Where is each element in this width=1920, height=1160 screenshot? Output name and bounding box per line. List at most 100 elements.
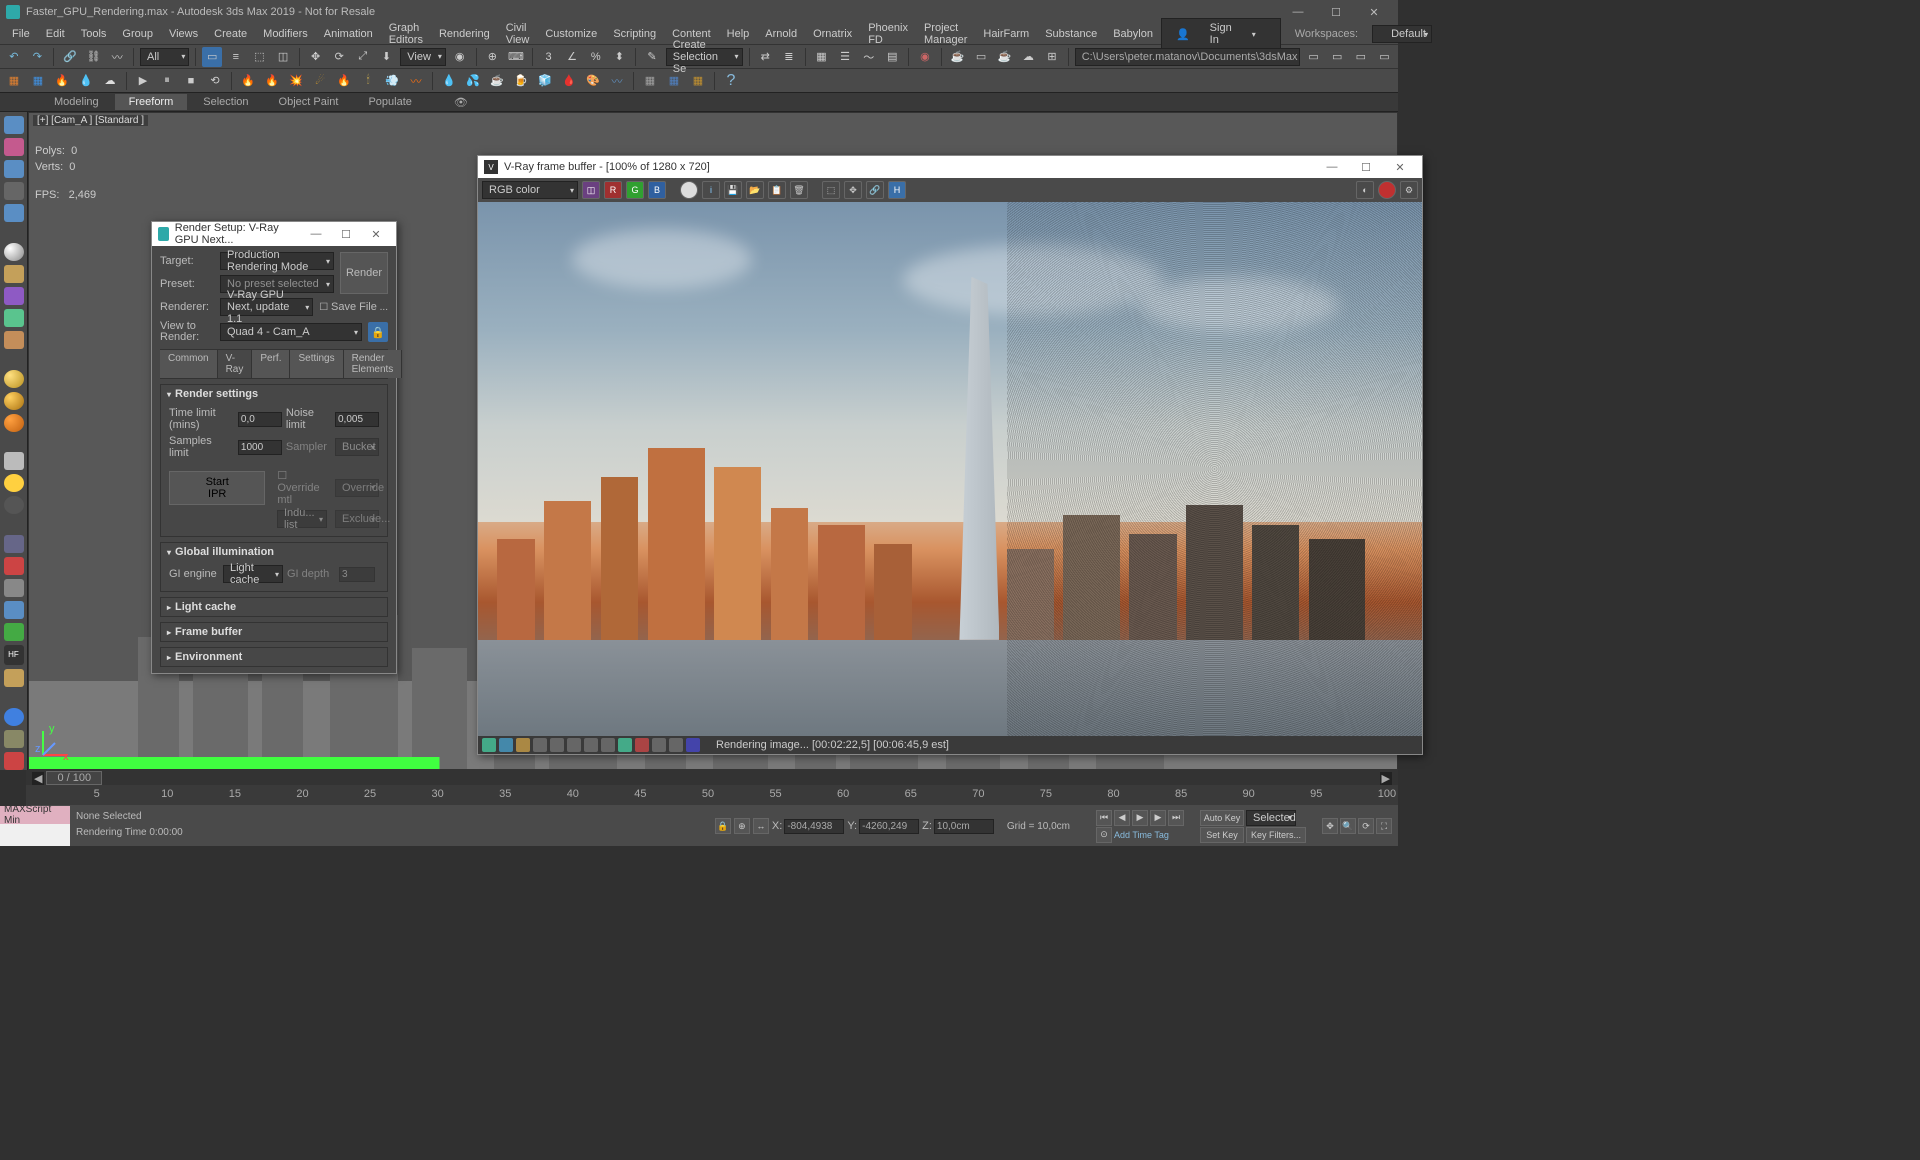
fx5-icon[interactable]: 🔥 xyxy=(334,71,354,91)
scale-button[interactable]: ⤢ xyxy=(353,47,373,67)
vfb-mono-icon[interactable] xyxy=(680,181,698,199)
vfb-history-icon[interactable]: H xyxy=(888,181,906,199)
edit-selset-button[interactable]: ✎ xyxy=(642,47,662,67)
plugin-btn-1[interactable]: ▦ xyxy=(4,71,24,91)
placement-button[interactable]: ⬇ xyxy=(377,47,397,67)
water-icon[interactable]: 💧 xyxy=(76,71,96,91)
vfb-canvas[interactable] xyxy=(478,202,1422,736)
path-nav2-button[interactable]: ▭ xyxy=(1327,47,1347,67)
vfb-titlebar[interactable]: V V-Ray frame buffer - [100% of 1280 x 7… xyxy=(478,156,1422,178)
vfb-channel-dropdown[interactable]: RGB color xyxy=(482,181,578,199)
fx7-icon[interactable]: 💨 xyxy=(382,71,402,91)
menu-views[interactable]: Views xyxy=(161,26,206,42)
rail-box-icon[interactable] xyxy=(4,730,24,748)
prev-frame-button[interactable]: ◀ xyxy=(1114,810,1130,826)
rail-5-icon[interactable] xyxy=(4,204,24,222)
vfb-sb1-icon[interactable] xyxy=(482,738,496,752)
workspaces-dropdown[interactable]: Default xyxy=(1372,25,1432,43)
liq1-icon[interactable]: 💧 xyxy=(439,71,459,91)
menu-ornatrix[interactable]: Ornatrix xyxy=(805,26,860,42)
time-ruler[interactable]: 5101520253035404550556065707580859095100 xyxy=(26,785,1398,805)
play-icon[interactable]: ▶ xyxy=(133,71,153,91)
nav-orbit-button[interactable]: ⟳ xyxy=(1358,818,1374,834)
undo-button[interactable]: ↶ xyxy=(4,47,24,67)
sel-lock-icon[interactable]: ⊕ xyxy=(734,818,750,834)
rail-grid-icon[interactable] xyxy=(4,535,24,553)
rendered-frame-button[interactable]: ▭ xyxy=(971,47,991,67)
fx8-icon[interactable]: 〰 xyxy=(406,71,426,91)
signin-button[interactable]: 👤 Sign In ▾ xyxy=(1161,18,1281,50)
rail-pin-icon[interactable] xyxy=(4,557,24,575)
menu-tools[interactable]: Tools xyxy=(73,26,115,42)
menu-civilview[interactable]: Civil View xyxy=(498,20,538,48)
goto-start-button[interactable]: ⏮ xyxy=(1096,810,1112,826)
renderer-dropdown[interactable]: V-Ray GPU Next, update 1.1 xyxy=(220,298,313,316)
next-frame-button[interactable]: ▶ xyxy=(1150,810,1166,826)
lock-view-icon[interactable]: 🔒 xyxy=(368,322,388,342)
menu-substance[interactable]: Substance xyxy=(1037,26,1105,42)
lock-icon[interactable]: 🔒 xyxy=(715,818,731,834)
ribbon-tab-objectpaint[interactable]: Object Paint xyxy=(265,94,353,110)
render-cloud-button[interactable]: ☁ xyxy=(1019,47,1039,67)
gi-engine-dropdown[interactable]: Light cache xyxy=(223,565,283,583)
align-button[interactable]: ≣ xyxy=(779,47,799,67)
render-setup-button[interactable]: ☕ xyxy=(948,47,968,67)
rail-dark-icon[interactable] xyxy=(4,496,24,514)
rail-lights-icon[interactable] xyxy=(4,265,24,283)
link-button[interactable]: 🔗 xyxy=(60,47,80,67)
rollout-header-gi[interactable]: Global illumination xyxy=(161,543,387,561)
vfb-copy-icon[interactable]: 📋 xyxy=(768,181,786,199)
liq7-icon[interactable]: 🎨 xyxy=(583,71,603,91)
time-tag-button[interactable]: Add Time Tag xyxy=(1114,830,1169,840)
menu-arnold[interactable]: Arnold xyxy=(757,26,805,42)
rail-yellow-icon[interactable] xyxy=(4,370,24,388)
rail-teapot-icon[interactable] xyxy=(4,116,24,134)
percent-snap-button[interactable]: % xyxy=(586,47,606,67)
ribbon-tab-modeling[interactable]: Modeling xyxy=(40,94,113,110)
vfb-sb5-icon[interactable] xyxy=(550,738,564,752)
path-nav4-button[interactable]: ▭ xyxy=(1375,47,1395,67)
maxscript-listener[interactable]: MAXScript Min xyxy=(0,806,70,824)
bind-button[interactable]: 〰 xyxy=(107,47,127,67)
vfb-load-icon[interactable]: 📂 xyxy=(746,181,764,199)
rail-sphere-icon[interactable] xyxy=(4,243,24,261)
schematic-button[interactable]: ▤ xyxy=(883,47,903,67)
menu-babylon[interactable]: Babylon xyxy=(1105,26,1161,42)
rail-red-icon[interactable] xyxy=(4,752,24,770)
rail-fx-icon[interactable] xyxy=(4,331,24,349)
render-button-main[interactable]: Render xyxy=(340,252,388,294)
curve-editor-button[interactable]: 〜 xyxy=(859,47,879,67)
liq5-icon[interactable]: 🧊 xyxy=(535,71,555,91)
snap3d-button[interactable]: 3 xyxy=(539,47,559,67)
mirror-button[interactable]: ⇄ xyxy=(755,47,775,67)
vfb-settings-icon[interactable]: ⚙ xyxy=(1400,181,1418,199)
material-editor-button[interactable]: ◉ xyxy=(915,47,935,67)
spinner-snap-button[interactable]: ⬍ xyxy=(610,47,630,67)
redo-button[interactable]: ↷ xyxy=(28,47,48,67)
menu-phoenixfd[interactable]: Phoenix FD xyxy=(860,20,916,48)
rail-2-icon[interactable] xyxy=(4,138,24,156)
vfb-clear-icon[interactable]: 🗑 xyxy=(790,181,808,199)
rollout-header-lc[interactable]: Light cache xyxy=(161,598,387,616)
rs-tab-vray[interactable]: V-Ray xyxy=(218,350,253,378)
keyfilters-button[interactable]: Key Filters... xyxy=(1246,827,1306,843)
reset-icon[interactable]: ⟲ xyxy=(205,71,225,91)
angle-snap-button[interactable]: ∠ xyxy=(562,47,582,67)
render-setup-titlebar[interactable]: Render Setup: V-Ray GPU Next... — ☐ ✕ xyxy=(152,222,396,246)
time-slider[interactable]: 0 / 100 xyxy=(46,771,102,785)
vfb-sb3-icon[interactable] xyxy=(516,738,530,752)
ribbon-tab-freeform[interactable]: Freeform xyxy=(115,94,188,110)
target-dropdown[interactable]: Production Rendering Mode xyxy=(220,252,334,270)
setkey-button[interactable]: Set Key xyxy=(1200,827,1244,843)
rollout-header-render[interactable]: Render settings xyxy=(161,385,387,403)
rollout-header-fb[interactable]: Frame buffer xyxy=(161,623,387,641)
viewport[interactable]: [+] [Cam_A ] [Standard ] Polys: 0 Verts:… xyxy=(28,112,1398,770)
menu-animation[interactable]: Animation xyxy=(316,26,381,42)
rs-maximize-button[interactable]: ☐ xyxy=(332,228,360,241)
vfb-maximize-button[interactable]: ☐ xyxy=(1350,161,1382,174)
rail-cam-icon[interactable] xyxy=(4,287,24,305)
menu-scripting[interactable]: Scripting xyxy=(605,26,664,42)
project-path[interactable]: C:\Users\peter.matanov\Documents\3dsMax xyxy=(1075,48,1300,66)
vfb-info-icon[interactable]: i xyxy=(702,181,720,199)
ribbon-tab-populate[interactable]: Populate xyxy=(354,94,425,110)
